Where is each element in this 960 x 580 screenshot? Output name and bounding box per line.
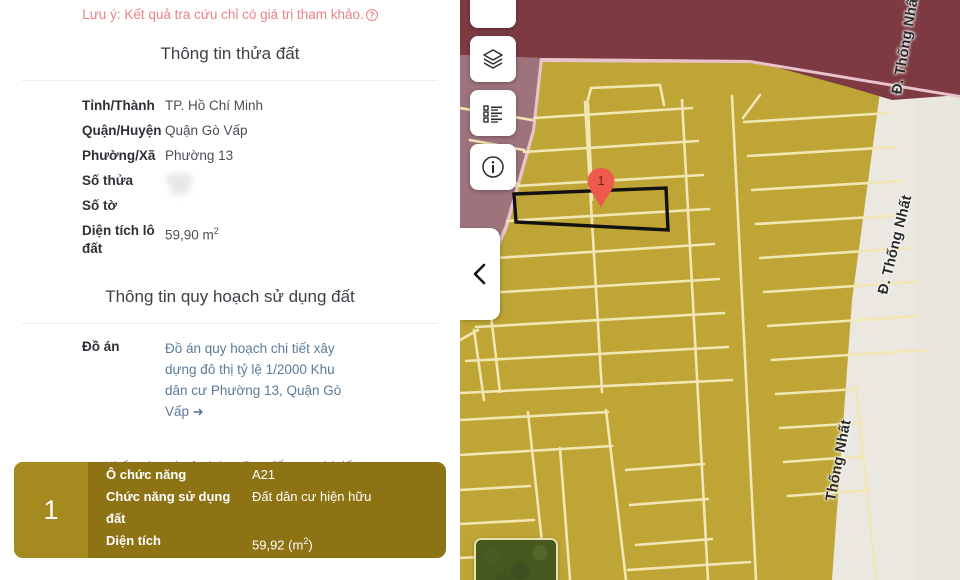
parcel-section-title: Thông tin thửa đất [160,44,300,63]
area-unit-exponent: 2 [213,226,219,236]
zone-index-badge: 1 [14,462,88,558]
parcel-info-rows: Tỉnh/Thành TP. Hồ Chí Minh Quận/Huyện Qu… [0,81,460,265]
legend-list-icon [483,105,502,123]
zone-row-key: Diện tích [106,532,161,548]
planning-section-title: Thông tin quy hoạch sử dụng đất [105,287,355,306]
reference-notice: Lưu ý: Kết quả tra cứu chỉ có giá trị th… [0,0,460,24]
table-row: Tỉnh/Thành TP. Hồ Chí Minh [0,97,460,122]
satellite-toggle-button[interactable] [474,538,558,580]
zone-row: Chức năng sử dụng đất Đất dân cư hiện hữ… [106,486,432,530]
table-row: Diện tích lô đất 59,90 m2 [0,222,460,265]
planning-doc-row: Đồ án Đồ án quy hoạch chi tiết xây dựng … [0,324,460,429]
zone-area-value: 59,92 (m [252,537,304,553]
row-value-redacted [165,172,460,190]
area-value: 59,90 m [165,227,214,243]
table-row: Số thửa [0,172,460,197]
layers-icon [483,49,503,69]
row-value: Quận Gò Vấp [165,123,248,138]
info-panel: Lưu ý: Kết quả tra cứu chỉ có giá trị th… [0,0,460,580]
zone-area-tail: ) [308,537,313,553]
zone-row: Ô chức năng A21 [106,464,432,486]
layers-button[interactable] [470,36,516,82]
map-controls [470,0,516,190]
planning-lookup-screen: Lưu ý: Kết quả tra cứu chỉ có giá trị th… [0,0,960,580]
notice-text: Lưu ý: Kết quả tra cứu chỉ có giá trị th… [82,7,364,22]
row-label: Tỉnh/Thành [82,98,155,113]
chevron-left-icon [473,263,486,285]
map-control-partial-top[interactable] [470,0,516,28]
zone-row-value: 59,92 (m2) [252,530,432,556]
table-row: Quận/Huyện Quận Gò Vấp [0,122,460,147]
info-icon [482,156,504,178]
collapse-panel-button[interactable] [460,228,500,320]
row-label: Phường/Xã [82,148,156,163]
planning-doc-link[interactable]: Đồ án quy hoạch chi tiết xây dựng đô thị… [165,338,350,422]
arrow-right-icon: ➜ [192,404,204,419]
row-value: Phường 13 [165,148,234,163]
redacted-value [165,173,193,185]
zone-row-value: Đất dân cư hiện hữu [252,488,372,504]
zone-row: Diện tích 59,92 (m2) [106,530,432,556]
zone-row-value: A21 [252,466,276,482]
row-label: Số thửa [82,173,134,188]
info-button[interactable] [470,144,516,190]
row-value: TP. Hồ Chí Minh [165,98,264,113]
zone-row-key: Chức năng sử dụng đất [106,488,231,526]
row-label: Diện tích lô đất [82,223,155,256]
zone-card[interactable]: 1 Ô chức năng A21 Chức năng sử dụng đất … [14,462,446,558]
map-view[interactable]: 1 Đ. Thống Nhất Đ. Thống Nhất Thống Nhất [460,0,960,580]
row-label: Quận/Huyện [82,123,162,138]
legend-button[interactable] [470,90,516,136]
planning-doc-link-text: Đồ án quy hoạch chi tiết xây dựng đô thị… [165,341,342,419]
zone-row-key: Ô chức năng [106,466,187,482]
row-label: Số tờ [82,198,118,213]
table-row: Phường/Xã Phường 13 [0,147,460,172]
table-row: Số tờ [0,197,460,222]
question-circle-icon[interactable]: ? [365,9,378,21]
planning-doc-label: Đồ án [82,339,120,354]
map-canvas [460,0,960,580]
row-value: 59,90 m2 [165,222,460,245]
